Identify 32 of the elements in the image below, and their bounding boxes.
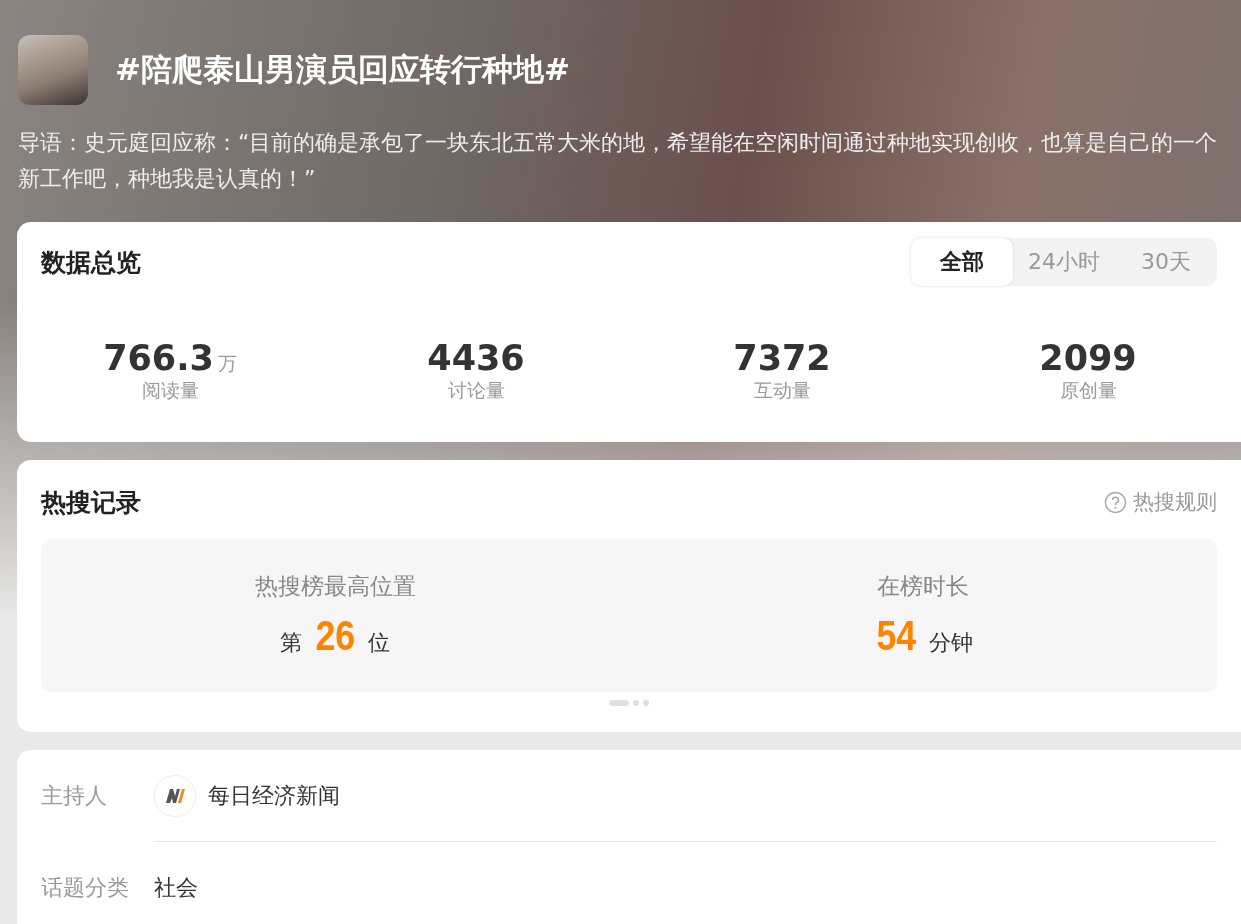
detail-value[interactable]: 每日经济新闻	[208, 780, 340, 811]
section-title: 热搜记录	[41, 486, 141, 519]
stat-value: 4436	[427, 338, 525, 378]
record-value: 54	[876, 612, 916, 660]
stat-label: 互动量	[753, 378, 811, 403]
record-unit: 分钟	[929, 629, 974, 657]
pager-dot[interactable]	[643, 700, 649, 706]
stat-label: 讨论量	[447, 378, 505, 403]
stat-value: 766.3	[103, 338, 214, 378]
pager-dot[interactable]	[633, 700, 639, 706]
detail-label: 主持人	[41, 781, 108, 810]
stat-value: 7372	[733, 338, 831, 378]
record-label: 在榜时长	[877, 572, 969, 601]
help-icon	[1104, 490, 1127, 514]
detail-value: 社会	[154, 873, 198, 902]
intro-text: 导语：史元庭回应称：“目前的确是承包了一块东北五常大米的地，希望能在空闲时间通过种地实现创收，也算是自己的一个新工作吧，种地我是认真的！”	[18, 129, 1219, 193]
detail-label: 话题分类	[41, 873, 130, 902]
stat-label: 阅读量	[141, 378, 199, 403]
time-range-tab[interactable]: 全部	[911, 238, 1013, 286]
time-range-tab[interactable]: 24小时	[1013, 238, 1115, 286]
photo-placeholder	[18, 35, 88, 105]
record-value: 26	[315, 612, 355, 660]
time-range-tab[interactable]: 30天	[1115, 238, 1217, 286]
stat-label: 原创量	[1059, 378, 1117, 403]
rank-prefix: 第	[279, 629, 302, 657]
topic-title: #陪爬泰山男演员回应转行种地#	[115, 50, 570, 89]
stat-value: 2099	[1039, 338, 1137, 378]
record-label: 热搜榜最高位置	[254, 572, 416, 601]
record-unit: 位	[368, 629, 391, 657]
stat-unit: 万	[217, 351, 237, 376]
section-title: 数据总览	[41, 246, 141, 279]
rules-link[interactable]: 热搜规则	[1104, 488, 1217, 516]
